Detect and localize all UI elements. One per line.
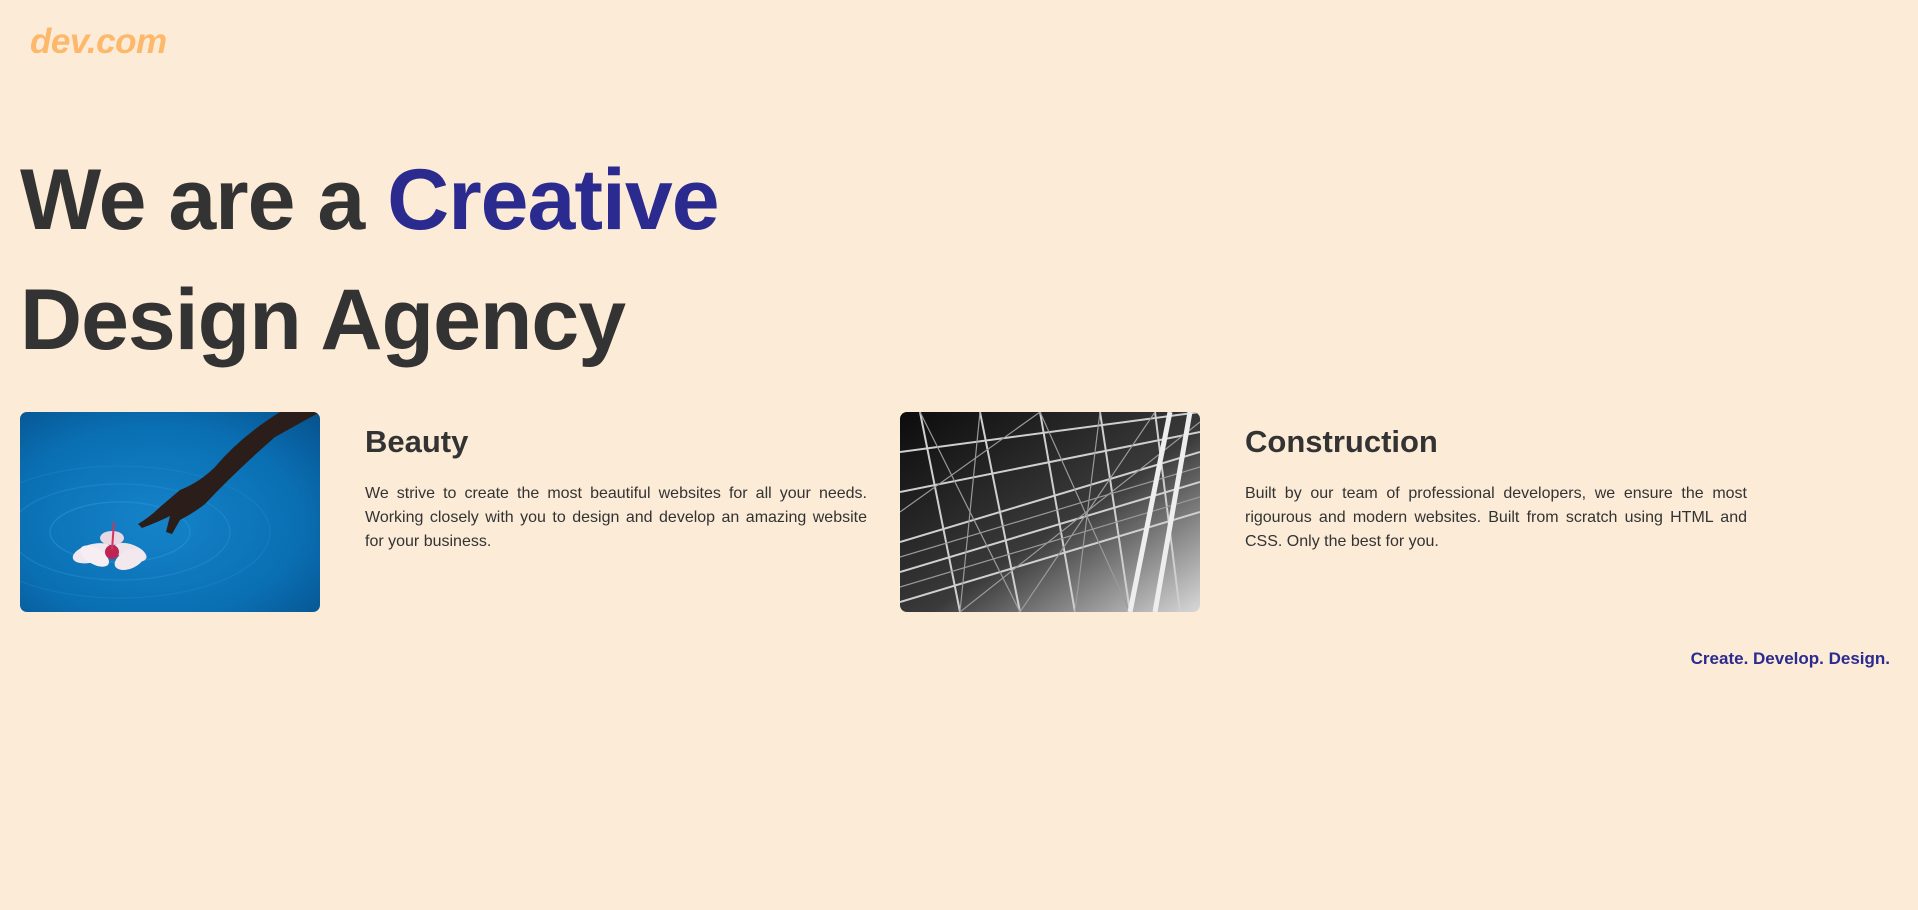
hero-accent-word: Creative (387, 152, 719, 248)
tagline: Create. Develop. Design. (1690, 649, 1890, 668)
construction-image (900, 412, 1200, 612)
hero-line1-prefix: We are a (20, 152, 388, 248)
hero-heading: We are a Creative Design Agency (20, 140, 720, 380)
hero-line1: We are a Creative (20, 152, 720, 248)
card-title-construction: Construction (1245, 424, 1438, 459)
card-text-construction: Built by our team of professional develo… (1245, 485, 1747, 550)
beauty-image (20, 412, 320, 612)
hero-line2: Design Agency (20, 272, 626, 368)
site-logo[interactable]: dev.com (30, 22, 167, 62)
card-text-beauty: We strive to create the most beautiful w… (365, 485, 867, 550)
card-title-beauty: Beauty (365, 424, 469, 459)
